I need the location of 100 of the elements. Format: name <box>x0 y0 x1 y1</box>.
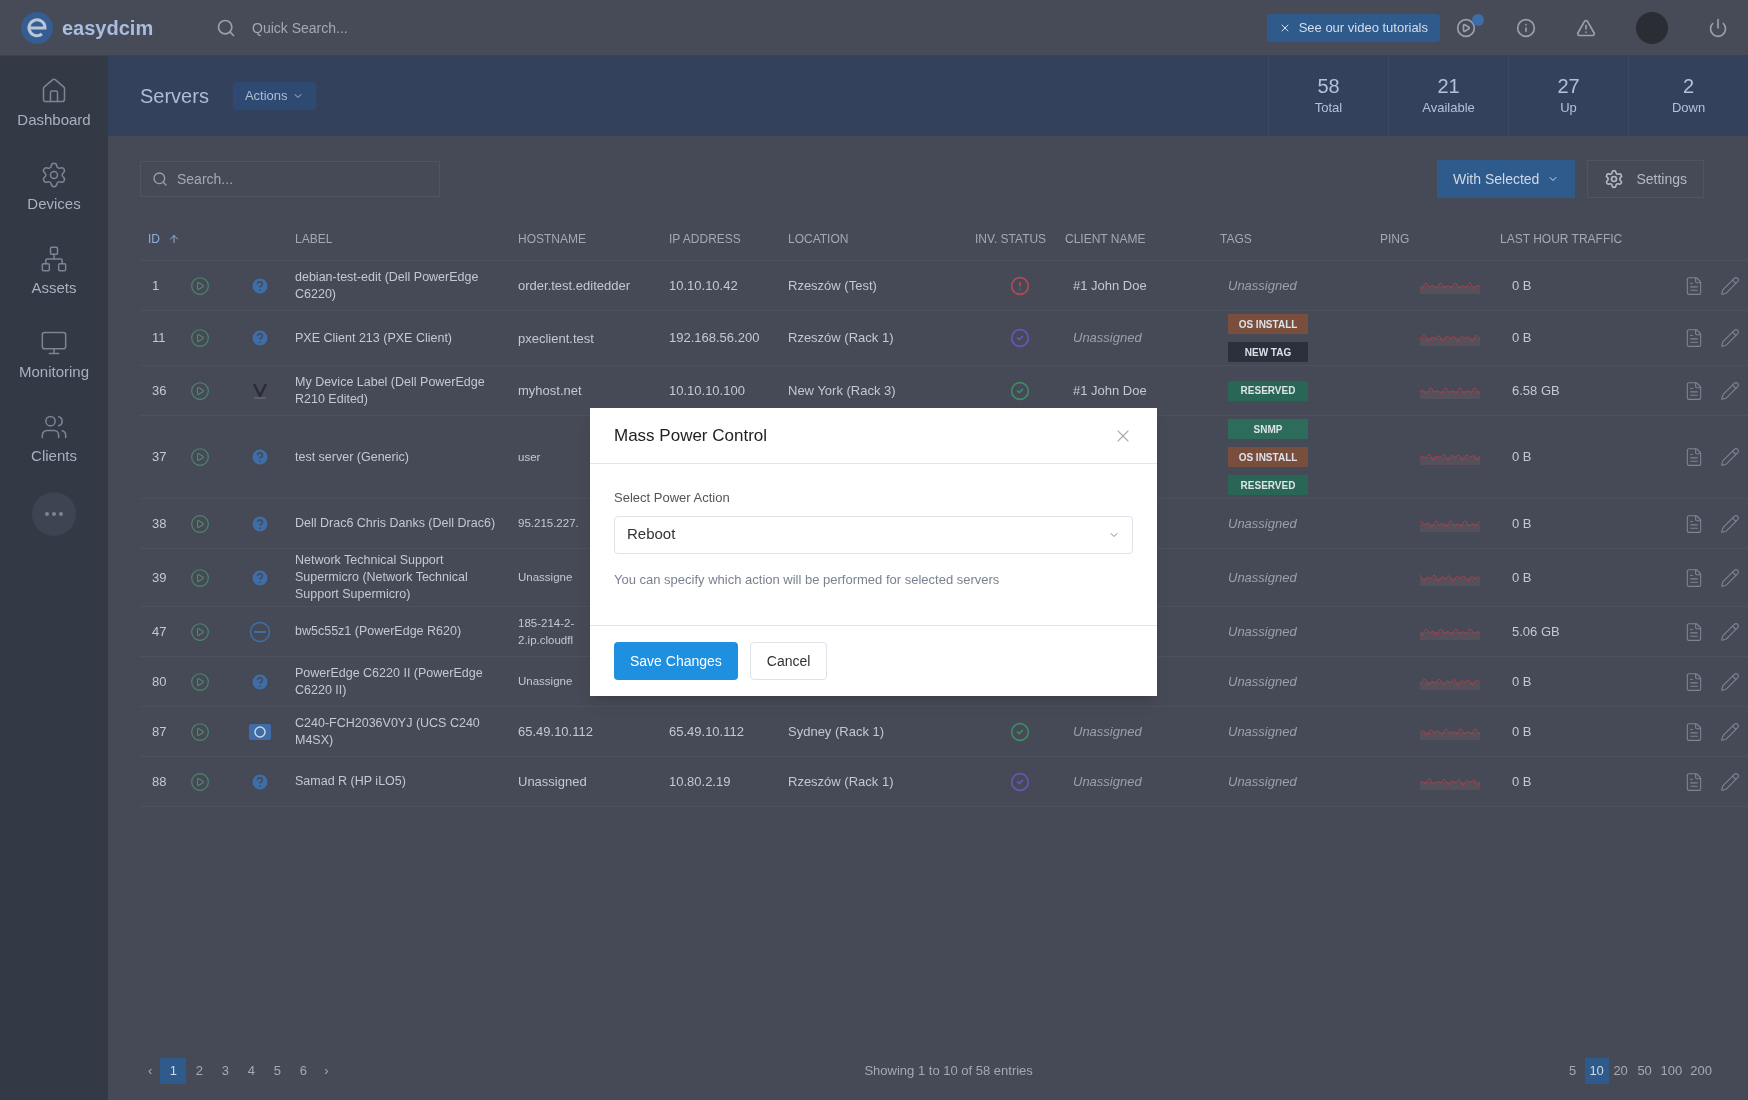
play-icon[interactable] <box>190 721 210 742</box>
page-size-option[interactable]: 200 <box>1686 1058 1716 1084</box>
page-size-option[interactable]: 100 <box>1656 1058 1687 1084</box>
page-link[interactable]: 6 <box>290 1058 317 1084</box>
table-cell-text: Rzeszów (Test) <box>788 276 878 295</box>
document-icon[interactable] <box>1684 771 1704 792</box>
edit-icon[interactable] <box>1720 771 1740 792</box>
logo-text: easydcim <box>62 15 154 41</box>
table-cell-text: Unassigned <box>1228 772 1297 791</box>
cancel-button[interactable]: Cancel <box>749 642 828 680</box>
network-icon <box>40 244 68 273</box>
document-icon[interactable] <box>1684 567 1704 588</box>
page-size-option[interactable]: 50 <box>1632 1058 1657 1084</box>
next-page-link[interactable]: › <box>316 1061 337 1081</box>
page-size-option[interactable]: 20 <box>1608 1058 1633 1084</box>
edit-icon[interactable] <box>1720 328 1740 348</box>
save-button[interactable]: Save Changes <box>614 642 738 680</box>
more-button[interactable] <box>32 492 76 536</box>
edit-icon[interactable] <box>1720 621 1740 642</box>
question-icon <box>250 447 270 467</box>
play-icon[interactable] <box>190 771 210 792</box>
table-cell-text: Unassigned <box>1228 622 1297 641</box>
column-header[interactable]: TAGS <box>1220 232 1252 246</box>
play-icon[interactable] <box>190 447 210 467</box>
page-size-option[interactable]: 10 <box>1584 1058 1609 1084</box>
avatar[interactable] <box>1636 11 1668 44</box>
modal-title: Mass Power Control <box>614 424 768 447</box>
edit-icon[interactable] <box>1720 447 1740 467</box>
document-icon[interactable] <box>1684 721 1704 742</box>
edit-icon[interactable] <box>1720 380 1740 401</box>
edit-icon[interactable] <box>1720 721 1740 742</box>
document-icon[interactable] <box>1684 447 1704 467</box>
sidebar-item[interactable]: Dashboard <box>17 72 91 136</box>
edit-icon[interactable] <box>1720 275 1740 296</box>
page-link[interactable]: 1 <box>160 1058 187 1084</box>
sidebar-item[interactable]: Devices <box>27 156 81 220</box>
document-icon[interactable] <box>1684 380 1704 401</box>
column-header[interactable]: LABEL <box>295 232 333 246</box>
table-cell-text: 0 B <box>1511 514 1533 533</box>
document-icon[interactable] <box>1684 513 1704 534</box>
settings-button[interactable]: Settings <box>1587 160 1704 198</box>
column-header[interactable]: INV. STATUS <box>975 232 1047 246</box>
table-cell-text: PowerEdge C6220 II (PowerEdge C6220 II) <box>295 664 484 699</box>
column-header[interactable]: CLIENT NAME <box>1065 232 1146 246</box>
play-icon[interactable] <box>190 567 210 588</box>
table-cell-text: 80 <box>151 672 168 691</box>
column-header[interactable]: ID <box>148 230 160 248</box>
column-header[interactable]: PING <box>1380 232 1410 246</box>
column-header[interactable]: LAST HOUR TRAFFIC <box>1500 232 1623 246</box>
table-cell-text: 1 <box>151 276 161 295</box>
column-header[interactable]: HOSTNAME <box>518 232 586 246</box>
stat-label: Down <box>1671 99 1706 118</box>
column-header[interactable]: LOCATION <box>788 232 849 246</box>
play-icon[interactable] <box>190 621 210 642</box>
play-icon[interactable] <box>1456 17 1476 38</box>
document-icon[interactable] <box>1684 671 1704 692</box>
entries-summary: Showing 1 to 10 of 58 entries <box>864 1062 1033 1081</box>
page-link[interactable]: 5 <box>264 1058 291 1084</box>
play-icon[interactable] <box>190 275 210 296</box>
vendor-logo-icon <box>249 723 271 740</box>
table-cell-text: 0 B <box>1511 772 1533 791</box>
table-cell-text: order.test.editedder <box>518 277 632 294</box>
sidebar-item[interactable]: Clients <box>31 408 77 472</box>
document-icon[interactable] <box>1684 621 1704 642</box>
table-cell-text: 0 B <box>1511 568 1533 587</box>
info-icon[interactable] <box>1516 17 1536 38</box>
previous-page-link[interactable]: ‹ <box>140 1061 161 1081</box>
with-selected-button[interactable]: With Selected <box>1437 160 1576 198</box>
actions-button[interactable]: Actions <box>232 82 316 110</box>
power-action-select[interactable]: Reboot <box>614 515 1133 554</box>
page-link[interactable]: 3 <box>212 1058 239 1084</box>
stat-value: 21 <box>1437 74 1460 99</box>
column-header[interactable]: IP ADDRESS <box>669 232 741 246</box>
edit-icon[interactable] <box>1720 567 1740 588</box>
question-icon <box>250 771 270 792</box>
table-cell-text: 5.06 GB <box>1511 622 1561 641</box>
search-field[interactable]: Search... <box>140 161 440 197</box>
sidebar-item[interactable]: Monitoring <box>18 324 89 388</box>
quick-search-field[interactable]: Quick Search... <box>252 17 552 38</box>
document-icon[interactable] <box>1684 328 1704 348</box>
play-icon[interactable] <box>190 671 210 692</box>
page-size-option[interactable]: 5 <box>1560 1058 1585 1084</box>
play-icon[interactable] <box>190 380 210 401</box>
stat-value: 27 <box>1557 74 1580 99</box>
table-cell-text: Samad R (HP iLO5) <box>295 773 407 790</box>
table-cell-text: 47 <box>151 622 168 641</box>
table-cell-text: 0 B <box>1511 448 1533 467</box>
power-icon[interactable] <box>1708 17 1728 38</box>
warning-icon[interactable] <box>1576 17 1596 38</box>
page-link[interactable]: 4 <box>238 1058 265 1084</box>
play-icon[interactable] <box>190 513 210 534</box>
edit-icon[interactable] <box>1720 671 1740 692</box>
sidebar-item[interactable]: Assets <box>31 240 77 304</box>
field-label: Select Power Action <box>614 489 731 507</box>
edit-icon[interactable] <box>1720 513 1740 534</box>
video-tutorials-button[interactable]: See our video tutorials <box>1266 13 1440 42</box>
play-icon[interactable] <box>190 328 210 348</box>
home-icon <box>40 76 68 105</box>
page-link[interactable]: 2 <box>186 1058 213 1084</box>
document-icon[interactable] <box>1684 275 1704 296</box>
